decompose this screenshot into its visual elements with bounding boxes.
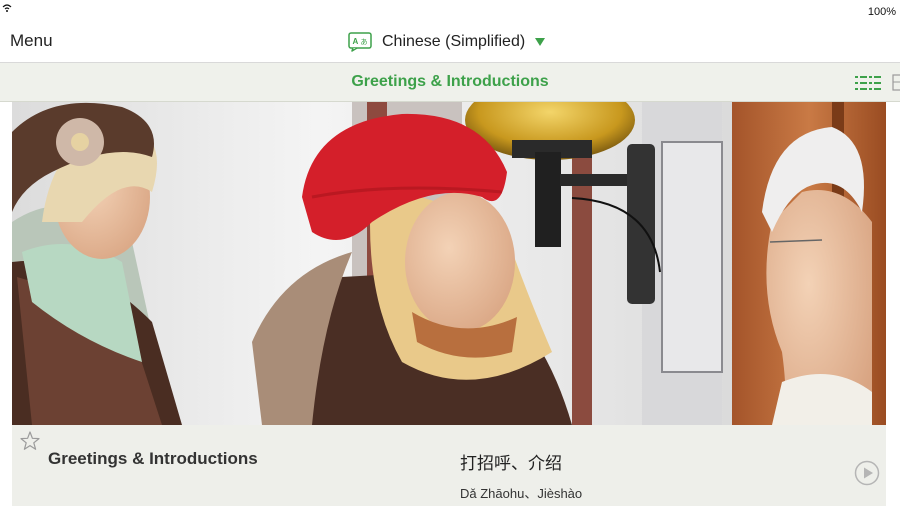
top-navigation-bar: Menu A あ Chinese (Simplified) xyxy=(0,22,900,63)
section-title: Greetings & Introductions xyxy=(351,73,549,90)
wifi-icon xyxy=(2,4,12,12)
grid-view-icon[interactable] xyxy=(892,74,900,91)
menu-button[interactable]: Menu xyxy=(10,31,53,51)
lesson-title-chinese: 打招呼、介绍 xyxy=(460,454,562,474)
svg-text:A: A xyxy=(353,37,359,46)
lesson-title: Greetings & Introductions xyxy=(48,449,258,468)
translate-icon: A あ xyxy=(348,32,372,52)
lesson-card[interactable]: Greetings & Introductions 打招呼、介绍 Dǎ Zhāo… xyxy=(12,425,886,506)
women-greeting-photo xyxy=(12,102,886,425)
play-icon[interactable] xyxy=(854,460,880,486)
svg-text:あ: あ xyxy=(361,38,368,46)
list-view-icon[interactable] xyxy=(855,75,881,91)
status-bar: 100% xyxy=(0,0,900,22)
language-label: Chinese (Simplified) xyxy=(382,33,526,50)
section-title-bar: Greetings & Introductions xyxy=(0,63,900,102)
language-selector[interactable]: A あ Chinese (Simplified) xyxy=(348,29,546,55)
lesson-hero-image xyxy=(12,102,886,425)
star-icon[interactable] xyxy=(20,431,40,451)
battery-level: 100% xyxy=(867,6,896,18)
triangle-down-icon xyxy=(535,38,546,46)
lesson-title-pinyin: Dǎ Zhāohu、Jièshào xyxy=(460,486,583,501)
